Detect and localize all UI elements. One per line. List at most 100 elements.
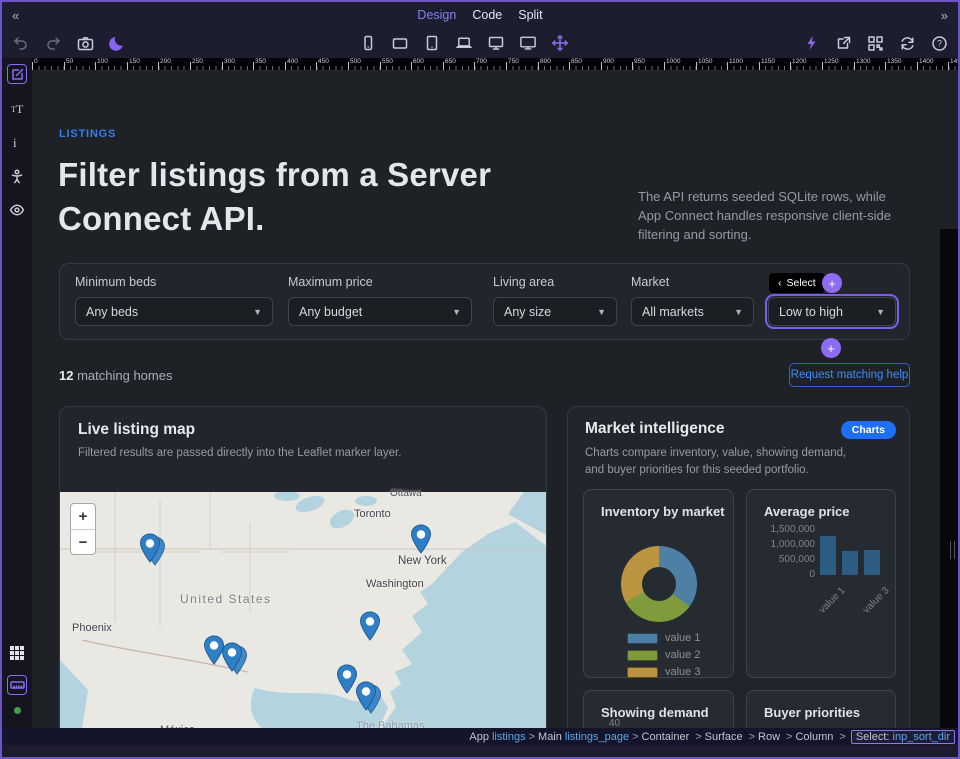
svg-text:T: T: [16, 102, 24, 115]
tab-code[interactable]: Code: [472, 8, 502, 22]
legend-item: value 1: [627, 632, 700, 644]
map-marker[interactable]: [359, 611, 381, 641]
apps-grid-icon[interactable]: [7, 643, 27, 663]
map-place-label: New York: [398, 555, 447, 567]
left-tool-sidebar: TT i: [2, 58, 32, 728]
live-listing-map-card: Live listing map Filtered results are pa…: [59, 406, 547, 728]
open-in-browser-icon[interactable]: [834, 34, 852, 52]
ruler-tick: [64, 62, 65, 70]
device-tablet-landscape-icon[interactable]: [391, 34, 409, 52]
ruler-tick: [222, 62, 223, 70]
buyer-priorities-title: Buyer priorities: [747, 691, 895, 720]
actions-bolt-icon[interactable]: [802, 34, 820, 52]
ruler-tick: [790, 62, 791, 70]
results-count: 12 matching homes: [59, 368, 172, 383]
breadcrumb-item[interactable]: App: [469, 731, 489, 743]
bar-xtick-label: value 1: [817, 585, 848, 616]
collapse-right-icon[interactable]: »: [941, 8, 948, 23]
add-element-button-top[interactable]: +: [822, 273, 842, 293]
select-max-price[interactable]: Any budget▼: [288, 297, 472, 326]
tab-design[interactable]: Design: [417, 8, 456, 22]
filter-label-market: Market: [631, 275, 754, 289]
bar-ytick-label: 1,500,000: [771, 524, 816, 535]
ruler-tick-label: 1200: [792, 58, 806, 65]
request-matching-help-button[interactable]: Request matching help: [789, 363, 910, 387]
ruler-tick-label: 250: [192, 58, 203, 65]
map-marker[interactable]: [410, 524, 432, 554]
bar-xtick-label: value 3: [861, 585, 892, 616]
ruler-tick-label: 450: [318, 58, 329, 65]
breadcrumb-item[interactable]: Row: [758, 731, 780, 743]
ruler-toggle-icon[interactable]: [7, 675, 27, 695]
map-marker[interactable]: [355, 681, 377, 711]
visibility-eye-icon[interactable]: [7, 200, 27, 220]
vertical-scrollbar-handle[interactable]: [950, 541, 955, 559]
legend-item: value 3: [627, 666, 700, 678]
add-element-button-bottom[interactable]: +: [821, 338, 841, 358]
ruler-tick-label: 1250: [824, 58, 838, 65]
charts-badge[interactable]: Charts: [841, 421, 896, 439]
filter-label-min-beds: Minimum beds: [75, 275, 273, 289]
map-zoom-control: + −: [70, 503, 96, 555]
device-phone-icon[interactable]: [359, 34, 377, 52]
breadcrumb-separator: >: [695, 731, 701, 743]
select-market[interactable]: All markets▼: [631, 297, 754, 326]
ruler-tick-label: 100: [97, 58, 108, 65]
ruler-tick: [190, 62, 191, 70]
map-card-subtitle: Filtered results are passed directly int…: [78, 445, 528, 462]
qr-preview-icon[interactable]: [866, 34, 884, 52]
inventory-chart-title: Inventory by market: [584, 490, 733, 519]
dark-mode-moon-icon[interactable]: [108, 34, 126, 52]
text-style-icon[interactable]: TT: [7, 98, 27, 118]
donut-legend: value 1value 2value 3: [627, 632, 700, 678]
select-living-area[interactable]: Any size▼: [493, 297, 617, 326]
page-title: Filter listings from a Server Connect AP…: [58, 153, 598, 241]
fluid-resize-move-icon[interactable]: [551, 34, 569, 52]
ruler-tick-label: 800: [540, 58, 551, 65]
ruler-tick: [285, 62, 286, 70]
breadcrumb-item[interactable]: Main: [538, 731, 562, 743]
help-icon[interactable]: ?: [930, 34, 948, 52]
ruler-tick: [253, 62, 254, 70]
breadcrumb-selected-chip[interactable]: Select: inp_sort_dir: [851, 730, 955, 744]
undo-icon[interactable]: [12, 34, 30, 52]
ruler-tick-label: 50: [66, 58, 73, 65]
device-desktop-large-icon[interactable]: [519, 34, 537, 52]
collapse-left-icon[interactable]: «: [12, 8, 19, 23]
breadcrumb-item[interactable]: listings: [492, 731, 526, 743]
select-min-beds[interactable]: Any beds▼: [75, 297, 273, 326]
breadcrumb-selected-name[interactable]: inp_sort_dir: [893, 731, 950, 743]
ruler-tick: [158, 62, 159, 70]
redo-icon[interactable]: [44, 34, 62, 52]
device-desktop-icon[interactable]: [487, 34, 505, 52]
device-tablet-portrait-icon[interactable]: [423, 34, 441, 52]
chevron-down-icon: ▼: [452, 307, 461, 317]
ruler-tick-label: 600: [413, 58, 424, 65]
map-zoom-in-button[interactable]: +: [71, 504, 95, 529]
legend-swatch: [627, 650, 658, 661]
filter-label-max-price: Maximum price: [288, 275, 472, 289]
leaflet-map[interactable]: + − OttawaTorontoNew YorkWashingtonUnite…: [60, 492, 546, 728]
breadcrumb-separator: >: [749, 731, 755, 743]
map-marker[interactable]: [139, 533, 161, 563]
ruler-tick-label: 550: [382, 58, 393, 65]
tab-split[interactable]: Split: [518, 8, 542, 22]
screenshot-camera-icon[interactable]: [76, 34, 94, 52]
breadcrumb-item[interactable]: Surface: [705, 731, 743, 743]
edit-pencil-icon[interactable]: [7, 64, 27, 84]
info-inspector-icon[interactable]: i: [7, 132, 27, 152]
map-zoom-out-button[interactable]: −: [71, 529, 95, 554]
ruler-tick-label: 1300: [856, 58, 870, 65]
ruler-tick-label: 700: [476, 58, 487, 65]
device-laptop-icon[interactable]: [455, 34, 473, 52]
accessibility-person-icon[interactable]: [7, 166, 27, 186]
breadcrumb-item[interactable]: Column: [795, 731, 833, 743]
breadcrumb-item[interactable]: Container: [642, 731, 690, 743]
select-sort-direction[interactable]: Low to high▼: [768, 297, 896, 326]
map-marker[interactable]: [221, 642, 243, 672]
ruler-tick-label: 1350: [887, 58, 901, 65]
element-select-tooltip[interactable]: ‹ Select: [769, 273, 825, 293]
breadcrumb-item[interactable]: listings_page: [565, 731, 629, 743]
refresh-icon[interactable]: [898, 34, 916, 52]
ruler-tick-label: 900: [603, 58, 614, 65]
